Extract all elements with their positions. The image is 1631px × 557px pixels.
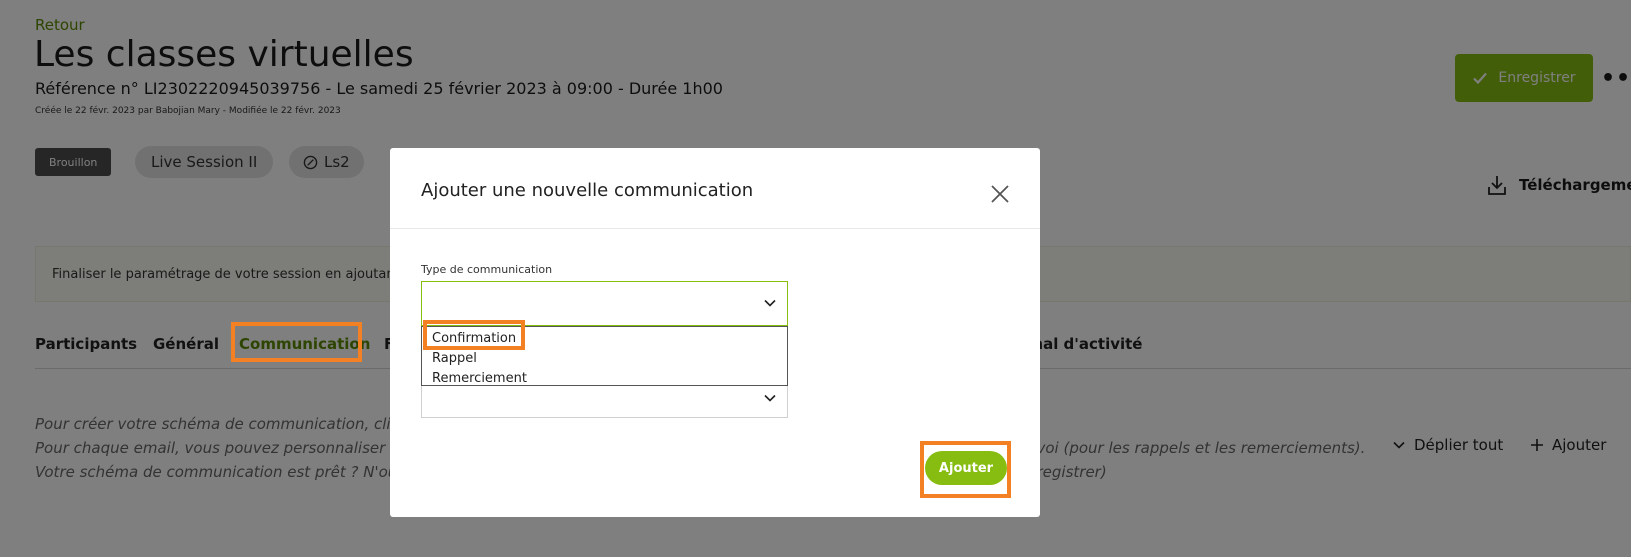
annotation-highlight-tab — [231, 322, 362, 362]
modal-title: Ajouter une nouvelle communication — [421, 180, 754, 201]
communication-type-label: Type de communication — [421, 263, 553, 276]
chevron-down-icon — [764, 394, 776, 402]
modal-header: Ajouter une nouvelle communication — [390, 148, 1040, 229]
close-icon — [991, 185, 1009, 203]
annotation-highlight-option — [423, 320, 525, 350]
chevron-down-icon — [764, 299, 776, 307]
option-remerciement[interactable]: Remerciement — [432, 369, 777, 389]
annotation-highlight-add — [920, 441, 1011, 498]
close-button[interactable] — [990, 184, 1010, 204]
secondary-select[interactable] — [421, 385, 788, 418]
option-rappel[interactable]: Rappel — [432, 349, 777, 369]
